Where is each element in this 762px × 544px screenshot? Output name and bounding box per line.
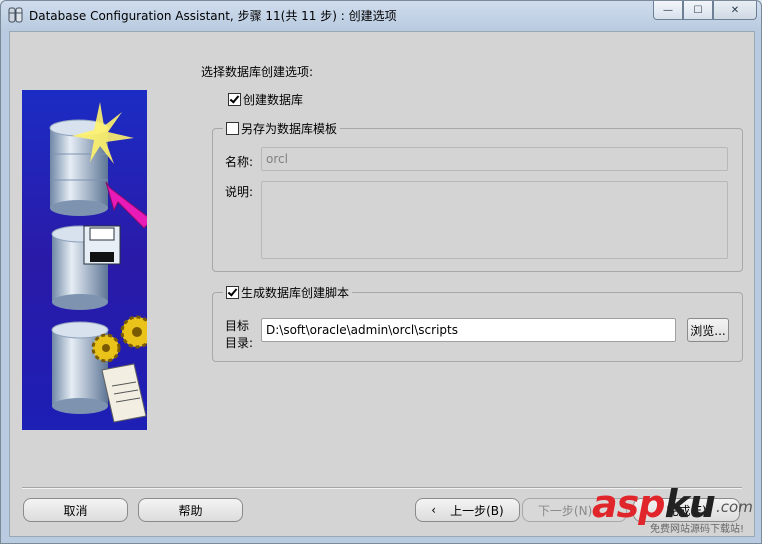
destination-label-line1: 目标 xyxy=(225,319,250,333)
page-heading: 选择数据库创建选项: xyxy=(201,65,314,79)
maximize-button[interactable]: ☐ xyxy=(683,1,713,20)
save-template-label: 另存为数据库模板 xyxy=(241,122,338,136)
minimize-button[interactable]: — xyxy=(653,1,683,20)
template-name-label: 名称: xyxy=(225,155,254,169)
create-database-option[interactable]: 创建数据库 xyxy=(228,91,303,108)
watermark-logo: aspku .com 免费网站源码下载站! xyxy=(590,482,760,535)
save-template-group: 另存为数据库模板 名称: orcl 说明: xyxy=(212,120,743,272)
watermark-subtitle: 免费网站源码下载站! xyxy=(650,524,745,535)
database-illustration xyxy=(22,90,147,430)
browse-button[interactable]: 浏览... xyxy=(687,318,729,342)
save-template-option[interactable]: 另存为数据库模板 xyxy=(223,120,341,137)
close-button[interactable]: ✕ xyxy=(713,1,757,20)
watermark-suffix: .com xyxy=(716,498,753,516)
create-database-checkbox[interactable] xyxy=(228,93,241,106)
database-app-icon xyxy=(8,7,23,23)
window-frame: Database Configuration Assistant, 步骤 11(… xyxy=(0,0,762,544)
template-name-field[interactable]: orcl xyxy=(261,147,728,171)
script-destination-input[interactable]: D:\soft\oracle\admin\orcl\scripts xyxy=(261,318,676,342)
dialog-client-area: 选择数据库创建选项: 创建数据库 另存为数据库模板 名称: orcl 说明: 生… xyxy=(9,31,755,537)
cancel-button[interactable]: 取消 xyxy=(23,498,128,522)
template-description-label: 说明: xyxy=(225,185,254,199)
generate-scripts-group: 生成数据库创建脚本 目标 目录: D:\soft\oracle\admin\or… xyxy=(212,284,743,362)
help-button[interactable]: 帮助 xyxy=(138,498,243,522)
maximize-icon: ☐ xyxy=(693,4,703,16)
minimize-icon: — xyxy=(663,4,673,16)
window-title: Database Configuration Assistant, 步骤 11(… xyxy=(29,9,397,23)
title-bar[interactable]: Database Configuration Assistant, 步骤 11(… xyxy=(1,1,761,29)
back-button-label: 上一步(B) xyxy=(450,503,504,518)
next-button-label: 下一步(N) xyxy=(537,503,593,518)
bottom-cylinder xyxy=(51,321,109,414)
create-database-label: 创建数据库 xyxy=(243,93,304,107)
save-template-checkbox[interactable] xyxy=(226,122,239,135)
close-icon: ✕ xyxy=(730,4,740,16)
destination-label-line2: 目录: xyxy=(225,336,254,350)
chevron-left-icon: ‹ xyxy=(431,503,437,517)
generate-scripts-label: 生成数据库创建脚本 xyxy=(241,286,350,300)
generate-scripts-option[interactable]: 生成数据库创建脚本 xyxy=(223,284,353,301)
back-button[interactable]: ‹ 上一步(B) xyxy=(415,498,520,522)
generate-scripts-checkbox[interactable] xyxy=(226,286,239,299)
template-description-field[interactable] xyxy=(261,181,728,259)
